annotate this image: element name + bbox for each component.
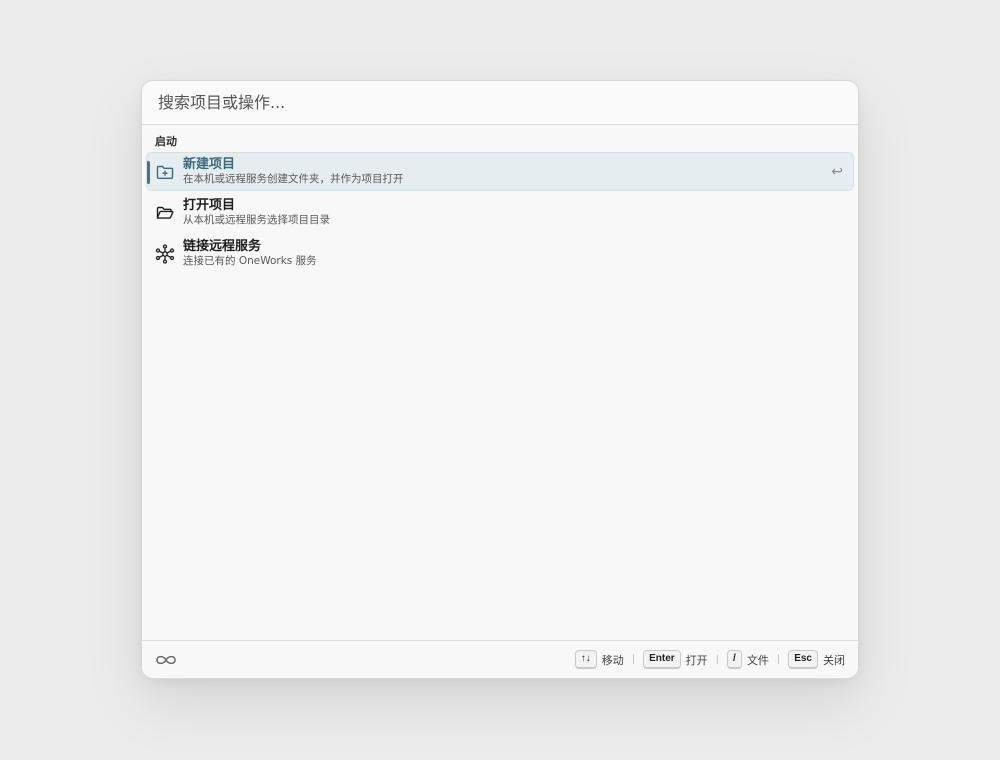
section-label: 启动 <box>155 135 177 148</box>
action-description: 从本机或远程服务选择项目目录 <box>183 214 330 226</box>
key-esc: Esc <box>788 650 818 669</box>
folder-open-icon <box>155 203 175 223</box>
active-indicator <box>147 161 150 184</box>
key-slash: / <box>727 650 742 669</box>
action-description: 在本机或远程服务创建文件夹，并作为项目打开 <box>183 173 404 185</box>
folder-plus-icon <box>155 162 175 182</box>
shortcut-label-file: 文件 <box>746 653 769 667</box>
shortcut-label-close: 关闭 <box>823 653 845 667</box>
search-bar <box>142 81 858 125</box>
key-arrows: ↑↓ <box>574 650 597 669</box>
command-palette: 启动 新建项目 在本机或远程服务创建文件夹，并作为项目打开 ↩ <box>141 80 859 679</box>
action-list: 新建项目 在本机或远程服务创建文件夹，并作为项目打开 ↩ 打开项目 从本机或远程… <box>142 152 858 273</box>
separator: | <box>631 654 636 665</box>
action-description: 连接已有的 OneWorks 服务 <box>183 255 317 267</box>
shortcut-label-move: 移动 <box>601 653 624 667</box>
action-item-new-project[interactable]: 新建项目 在本机或远程服务创建文件夹，并作为项目打开 ↩ <box>146 152 854 191</box>
search-input[interactable] <box>158 93 818 112</box>
action-item-open-project[interactable]: 打开项目 从本机或远程服务选择项目目录 <box>146 193 854 232</box>
footer-bar: ↑↓ 移动 | Enter 打开 | / 文件 | Esc 关闭 <box>142 640 858 678</box>
action-item-link-remote[interactable]: 链接远程服务 连接已有的 OneWorks 服务 <box>146 234 854 273</box>
action-title: 新建项目 <box>183 157 236 172</box>
shortcut-hints: ↑↓ 移动 | Enter 打开 | / 文件 | Esc 关闭 <box>574 650 845 669</box>
shortcut-label-open: 打开 <box>685 653 708 667</box>
action-title: 打开项目 <box>183 198 236 213</box>
enter-return-icon: ↩ <box>831 164 843 180</box>
separator: | <box>776 654 781 665</box>
network-icon <box>155 243 175 264</box>
key-enter: Enter <box>643 650 681 669</box>
infinity-logo-icon <box>155 652 179 668</box>
separator: | <box>715 654 720 665</box>
action-title: 链接远程服务 <box>183 239 262 254</box>
